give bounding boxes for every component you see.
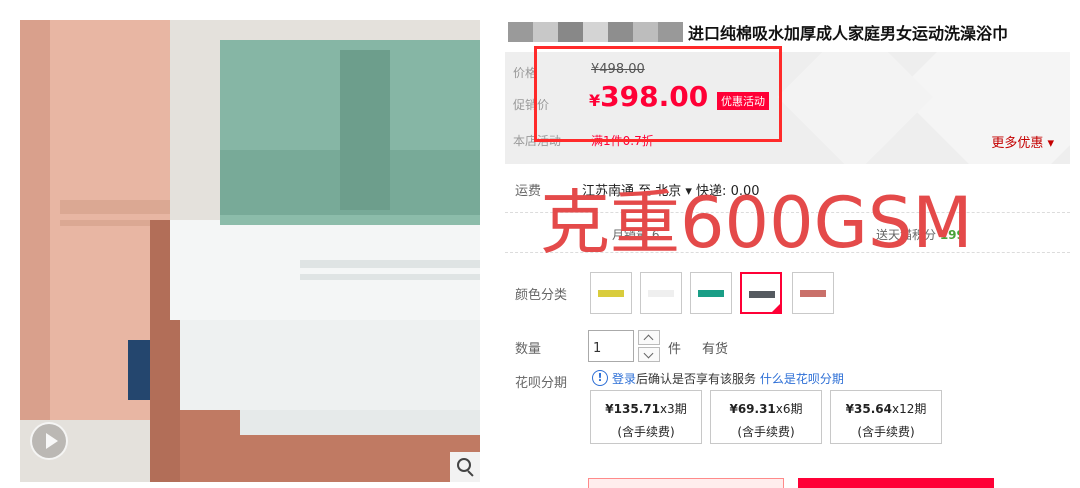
color-swatch-white[interactable] bbox=[640, 272, 682, 314]
zoom-magnifier-icon[interactable] bbox=[450, 452, 480, 482]
add-to-cart-button[interactable] bbox=[798, 478, 994, 488]
installment-option-3[interactable]: ¥135.71x3期 (含手续费) bbox=[590, 390, 702, 444]
redacted-pixel-block bbox=[583, 22, 608, 42]
color-swatch-pink[interactable] bbox=[792, 272, 834, 314]
color-swatch-yellow[interactable] bbox=[590, 272, 632, 314]
installment-option-12[interactable]: ¥35.64x12期 (含手续费) bbox=[830, 390, 942, 444]
installment-terms: x12期 bbox=[891, 402, 927, 416]
weight-overlay-text: 克重600GSM bbox=[540, 182, 973, 264]
swatch-color-bar bbox=[749, 291, 775, 298]
panel-decoration bbox=[777, 52, 933, 164]
huabei-notice-text: 后确认是否享有该服务 bbox=[636, 372, 757, 386]
installment-fee: (含手续费) bbox=[617, 425, 675, 439]
play-video-icon[interactable] bbox=[30, 422, 68, 460]
swatch-color-bar bbox=[598, 290, 624, 297]
product-title: 进口纯棉吸水加厚成人家庭男女运动洗澡浴巾 bbox=[508, 18, 1068, 46]
freight-label: 运费 bbox=[515, 184, 542, 199]
annotation-highlight-box bbox=[534, 46, 782, 142]
redacted-pixel-block bbox=[508, 22, 533, 42]
redacted-pixel-block bbox=[608, 22, 633, 42]
color-swatch-teal[interactable] bbox=[690, 272, 732, 314]
stock-status: 有货 bbox=[702, 342, 729, 357]
towel-photo-illustration bbox=[20, 20, 480, 482]
installment-amount-line: ¥135.71x3期 bbox=[591, 400, 701, 417]
installment-terms: x3期 bbox=[659, 402, 687, 416]
color-label: 颜色分类 bbox=[515, 288, 568, 303]
installment-amount-line: ¥69.31x6期 bbox=[711, 400, 821, 417]
login-link[interactable]: 登录 bbox=[612, 372, 636, 386]
installment-fee: (含手续费) bbox=[737, 425, 795, 439]
swatch-color-bar bbox=[800, 290, 826, 297]
info-icon: ! bbox=[592, 370, 608, 386]
quantity-decrease-icon[interactable] bbox=[638, 347, 660, 362]
redacted-pixel-block bbox=[533, 22, 558, 42]
huabei-label: 花呗分期 bbox=[515, 376, 568, 391]
installment-fee: (含手续费) bbox=[857, 425, 915, 439]
quantity-increase-icon[interactable] bbox=[638, 330, 660, 345]
buy-now-button[interactable] bbox=[588, 478, 784, 488]
quantity-input[interactable]: 1 bbox=[588, 330, 634, 362]
installment-amount-line: ¥35.64x12期 bbox=[831, 400, 941, 417]
redacted-pixel-block bbox=[658, 22, 683, 42]
color-swatch-gray[interactable] bbox=[740, 272, 782, 314]
quantity-label: 数量 bbox=[515, 342, 542, 357]
more-promos-link[interactable]: 更多优惠 ▾ bbox=[991, 132, 1054, 151]
installment-amount: ¥35.64 bbox=[845, 402, 892, 416]
swatch-color-bar bbox=[698, 290, 724, 297]
redacted-pixel-block bbox=[633, 22, 658, 42]
huabei-notice: 登录后确认是否享有该服务 什么是花呗分期 bbox=[612, 370, 844, 387]
installment-amount: ¥135.71 bbox=[605, 402, 660, 416]
installment-amount: ¥69.31 bbox=[729, 402, 776, 416]
swatch-color-bar bbox=[648, 290, 674, 297]
product-title-text: 进口纯棉吸水加厚成人家庭男女运动洗澡浴巾 bbox=[688, 24, 1009, 43]
quantity-unit: 件 bbox=[668, 342, 682, 357]
installment-option-6[interactable]: ¥69.31x6期 (含手续费) bbox=[710, 390, 822, 444]
redacted-title-block bbox=[508, 22, 688, 42]
installment-terms: x6期 bbox=[775, 402, 803, 416]
redacted-pixel-block bbox=[558, 22, 583, 42]
what-is-huabei-link[interactable]: 什么是花呗分期 bbox=[760, 372, 844, 386]
product-photo[interactable] bbox=[20, 20, 480, 482]
